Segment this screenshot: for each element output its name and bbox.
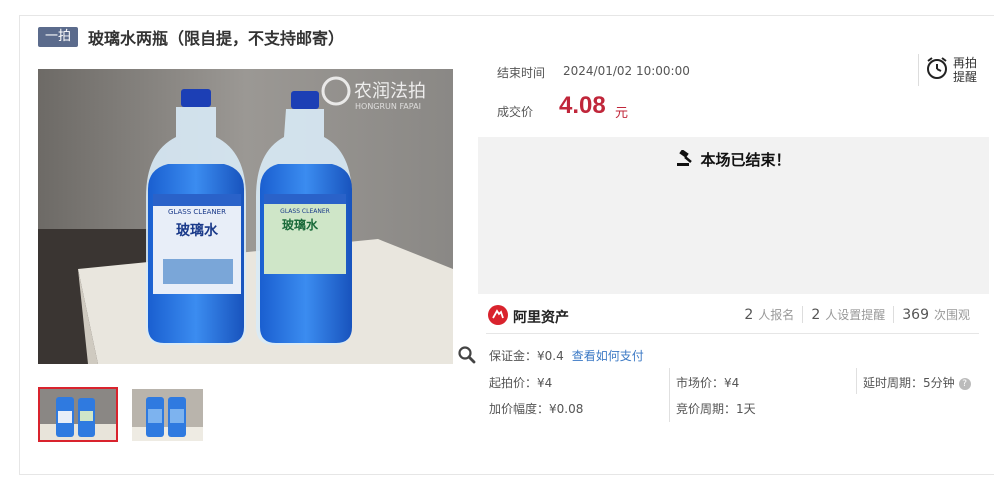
end-time-label: 结束时间 — [497, 66, 546, 80]
bid-period: 竞价周期：1天 — [676, 402, 756, 416]
svg-text:玻璃水: 玻璃水 — [176, 222, 219, 239]
gavel-icon — [676, 148, 694, 170]
watermark-en: HONGRUN FAPAI — [355, 102, 421, 111]
stat-reminders: 2 人设置提醒 — [802, 306, 893, 323]
price-increment: 加价幅度：¥0.08 — [489, 402, 584, 416]
svg-text:玻璃水: 玻璃水 — [282, 217, 319, 232]
stat-registered: 2 人报名 — [744, 307, 795, 323]
delay-period: 延时周期：5分钟? — [863, 374, 971, 391]
auction-status-box: 本场已结束！ — [478, 137, 989, 294]
item-title: 玻璃水两瓶（限自提，不支持邮寄） — [88, 29, 345, 48]
thumbnail-1[interactable] — [38, 387, 118, 442]
help-icon[interactable]: ? — [958, 377, 971, 390]
deal-price-label: 成交价 — [497, 105, 534, 119]
deposit-value: 保证金：¥0.4 — [489, 349, 564, 363]
svg-text:GLASS CLEANER: GLASS CLEANER — [280, 208, 330, 215]
divider — [486, 333, 979, 334]
thumbnail-2[interactable] — [132, 389, 203, 441]
start-price: 起拍价：¥4 — [489, 376, 553, 390]
deposit-row: 保证金：¥0.4 查看如何支付 — [489, 347, 644, 364]
brand-name: 阿里资产 — [513, 310, 569, 326]
remind-label: 再拍提醒 — [953, 56, 978, 84]
deal-price-value: 4.08 — [559, 92, 606, 119]
title-row: 一拍 玻璃水两瓶（限自提，不支持邮寄） — [38, 25, 344, 49]
zoom-icon[interactable] — [457, 345, 477, 365]
auction-type-tag: 一拍 — [38, 27, 79, 47]
deal-price-unit: 元 — [615, 106, 629, 121]
main-product-image[interactable]: GLASS CLEANER 玻璃水 GLASS CLEANER 玻璃水 农润法拍… — [38, 69, 453, 364]
stat-views: 369 次围观 — [893, 306, 978, 323]
brand-block: 阿里资产 — [488, 305, 569, 329]
end-time-value: 2024/01/02 10:00:00 — [563, 64, 690, 78]
alarm-clock-icon — [925, 55, 949, 85]
column-divider — [669, 368, 670, 422]
ali-assets-logo-icon — [488, 305, 508, 329]
column-divider — [856, 368, 857, 394]
market-price: 市场价：¥4 — [676, 376, 740, 390]
watermark-cn: 农润法拍 — [354, 81, 426, 102]
svg-text:GLASS CLEANER: GLASS CLEANER — [168, 208, 226, 216]
remind-button[interactable]: 再拍提醒 — [918, 54, 981, 86]
auction-stats: 2 人报名 2 人设置提醒 369 次围观 — [736, 306, 978, 323]
how-to-pay-link[interactable]: 查看如何支付 — [572, 349, 644, 363]
auction-ended-message: 本场已结束！ — [700, 151, 791, 169]
